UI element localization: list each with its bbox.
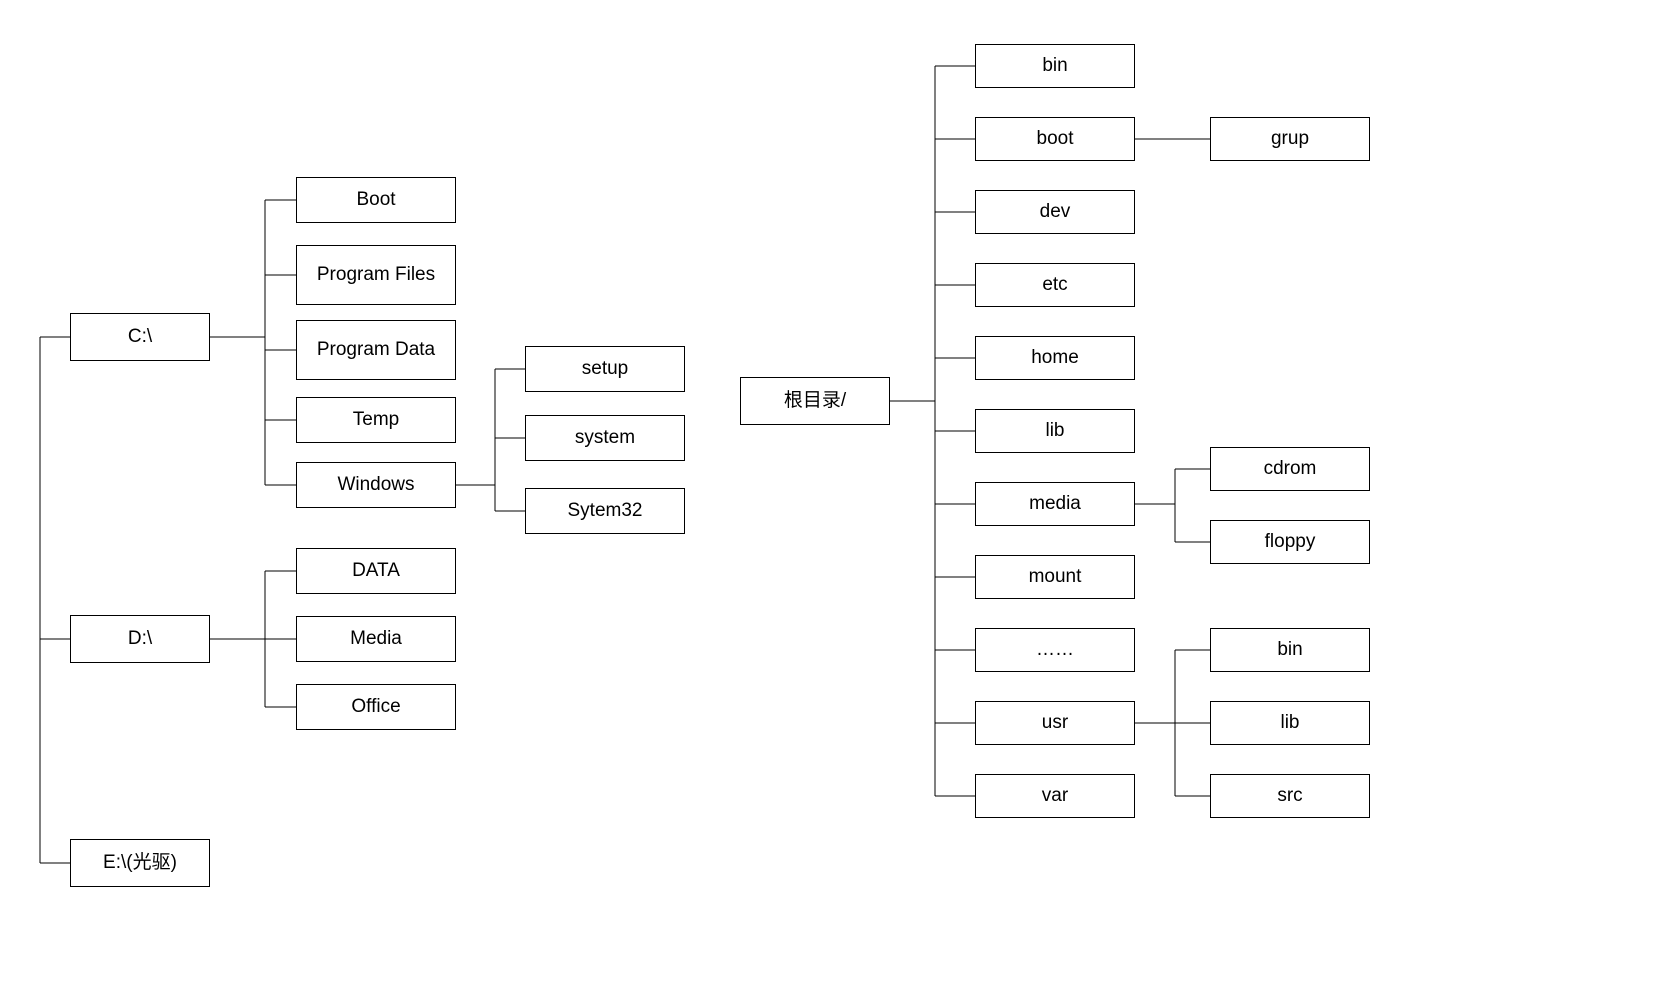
diagram-canvas: C:\ D:\ E:\(光驱) Boot Program Files Progr… xyxy=(0,0,1663,992)
connectors xyxy=(0,0,1663,992)
